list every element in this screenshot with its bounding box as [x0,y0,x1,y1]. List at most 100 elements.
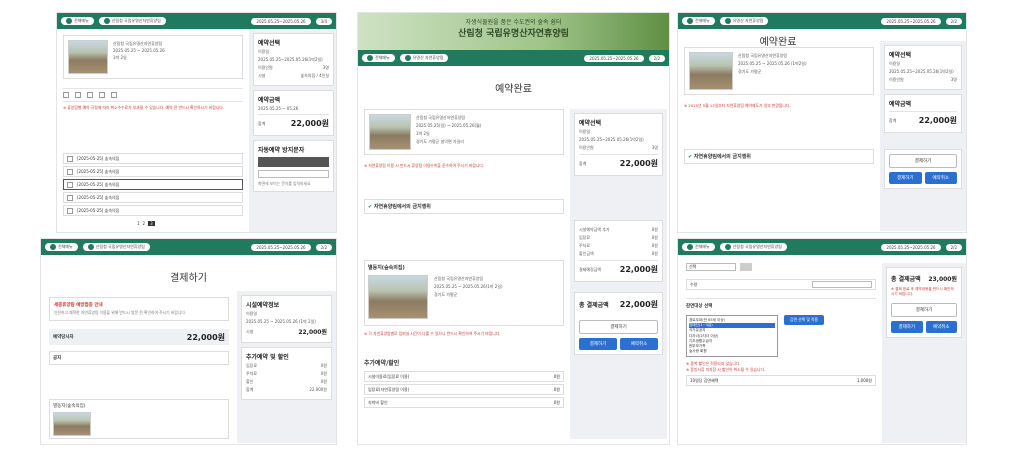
tree-icon [724,18,731,24]
confirm-button[interactable]: 결제하기 [579,338,617,350]
list-item[interactable]: 숙박비 할인 0원 [364,397,564,408]
confirm-button[interactable]: 결제하기 [889,172,922,184]
date-select[interactable]: 2025.05.25~2025.05.26 [251,243,311,251]
row-checkbox [67,207,73,214]
list-item[interactable]: 입장료(자연휴양림 이용) 0원 [364,384,564,395]
row-value: 2025.05.25~2025.05.26(1박2일) [889,69,954,74]
pay-button[interactable]: 결제하기 [889,154,957,168]
date-select[interactable]: 2025.05.25~2025.05.26 [881,243,941,251]
tree-icon [103,18,110,24]
facility-photo [689,52,733,90]
filter-checkbox[interactable] [87,92,93,98]
apply-button[interactable] [740,263,752,271]
row-label: 할인 [246,379,254,384]
top-bar: 전체메뉴 유명산 자연휴양림 2025.05.25~2025.05.26 2/2 [678,13,966,29]
prohibited-accordion[interactable]: ✔ 자연휴양림에서의 금지행위 [364,199,564,214]
forest-select[interactable]: 유명산 자연휴양림 [719,17,769,25]
discount-row: 10명당 감면혜택 1,000원 [686,375,876,387]
discount-form: 선택 수량 감면대상 선택 경로우대(만 65세 이상) 장애인(1~3급) 국… [686,263,876,388]
menu-button[interactable]: 전체메뉴 [61,17,94,25]
row-checkbox [67,194,73,201]
forest-select[interactable]: 산림청 국립유명산자연휴양림 [82,243,150,251]
list-item[interactable]: [2025-05-25] 숲속의집 [63,192,243,203]
notice-body: 안전하고 쾌적한 자연휴양림 이용을 위해 반드시 방문 전 확인하여 주시기 … [54,310,187,315]
confirm-button[interactable]: 결제하기 [891,321,923,333]
list-item[interactable]: [2025-05-25] 숲속의집 [63,179,243,190]
row-label: [2025-05-25] 숲속의집 [77,207,120,213]
side-title: 예약선택 [889,52,912,59]
list-item[interactable]: [2025-05-25] 숲속의집 [63,153,243,164]
info-line: 2025.05.25 ~ 2025.05.26 (1박2일) [738,61,807,66]
row-value: 0원 [553,386,560,392]
total-amount: 23,000원 [928,276,957,283]
pay-button[interactable]: 결제하기 [579,320,658,334]
list-item[interactable]: 시설이용료(입장료 이용) 0원 [364,371,564,382]
forest-select[interactable]: 산림청 국립유명산자연휴양림 [719,243,787,251]
menu-button[interactable]: 전체메뉴 [362,54,395,62]
top-bar: 전체메뉴 산림청 국립유명산자연휴양림 2025.05.25~2025.05.2… [57,13,336,29]
cancel-button[interactable]: 예약취소 [620,338,658,350]
list-item[interactable]: 숲사랑 회원 [689,349,775,354]
facility-card: 산림청 국립유명산자연휴양림 2025.05.25 ~ 2025.05.26 1… [63,35,243,79]
banner-subtitle: 자생식물원을 품은 수도권의 숲속 쉼터 [465,19,562,26]
forest-select[interactable]: 유명산 자연휴양림 [399,54,449,62]
cancel-button[interactable]: 예약취소 [925,321,957,333]
sum-title: 예약금액 [258,97,281,104]
step-indicator: 3/4 [315,17,332,25]
menu-button[interactable]: 전체메뉴 [682,243,715,251]
captcha-input[interactable] [258,170,329,178]
info-line: 1박 2일 [113,55,127,60]
option-filters: ※ 휴양림별 예약 규정에 따라 취소수수료가 부과될 수 있습니다. 예약 전… [63,85,243,111]
side-panel: 시설예약정보 이용일 2025.05.25 ~ 2025.05.26 (1박 2… [237,291,336,443]
page-link[interactable]: 1 [137,221,140,226]
page-title: 결제하기 [170,273,207,284]
date-select[interactable]: 2025.05.25~2025.05.26 [251,17,311,25]
item-title: 별둥지(숲속의집) [53,404,86,409]
filter-checkbox[interactable] [63,92,69,98]
panel-discount: 전체메뉴 산림청 국립유명산자연휴양림 2025.05.25~2025.05.2… [677,238,967,445]
row-value: 3명 [651,145,658,150]
row-label: [2025-05-25] 숲속의집 [77,194,120,200]
item-card: 별둥지(숲속의집) [49,399,229,439]
page-link[interactable]: 3 [148,221,155,226]
filter-checkbox[interactable] [111,92,117,98]
page-link[interactable]: 2 [143,221,146,226]
filter-checkbox[interactable] [99,92,105,98]
menu-button[interactable]: 전체메뉴 [682,17,715,25]
date-select[interactable]: 2025.05.25~2025.05.26 [881,17,941,25]
row-value: 0원 [651,235,658,240]
date-select[interactable]: 2025.05.25~2025.05.26 [584,54,644,62]
pay-button[interactable]: 결제하기 [891,303,957,317]
total-amount: 22,000원 [619,159,658,168]
menu-icon [66,18,72,24]
notice-row[interactable]: 공지 [49,351,229,365]
summary-total: 22,000원 [186,332,225,342]
side-title: 예약선택 [258,40,281,47]
row-label: 이용인원 [579,145,594,150]
side-title: 예약선택 [579,120,602,127]
discount-apply-button[interactable]: 감면 선택 및 적용 [784,315,824,325]
sum-title: 예약금액 [889,101,912,108]
row-value: 0원 [651,251,658,256]
cancel-button[interactable]: 예약취소 [924,172,957,184]
row-label: 이용일 [258,49,270,54]
info-line: 산림청 국립유명산자연휴양림 [434,276,484,281]
row-label: 이용일 [889,61,901,66]
menu-button[interactable]: 전체메뉴 [45,243,78,251]
row-value: 0원 [553,399,560,405]
qty-row: 수량 [686,279,876,290]
panel-payment: 전체메뉴 산림청 국립유명산자연휴양림 2025.05.25~2025.05.2… [40,238,337,445]
warning-text: ※ 각 자연휴양림별로 입퇴실 시간이 다를 수 있으니 반드시 확인하여 주시… [364,331,501,336]
discount-list[interactable]: 경로우대(만 65세 이상) 장애인(1~3급) 국가유공자 다자녀(2자녀 이… [686,315,778,358]
top-bar: 전체메뉴 산림청 국립유명산자연휴양림 2025.05.25~2025.05.2… [41,239,336,255]
top-bar: 전체메뉴 산림청 국립유명산자연휴양림 2025.05.25~2025.05.2… [678,239,966,255]
item-photo [368,275,428,319]
total-label: 합계 [579,160,587,166]
filter-checkbox[interactable] [75,92,81,98]
list-item[interactable]: [2025-05-25] 숲속의집 [63,205,243,216]
prohibited-accordion[interactable]: ✔ 자연휴양림에서의 금지행위 [684,149,874,164]
qty-stepper[interactable] [812,281,872,288]
list-item[interactable]: [2025-05-25] 숲속의집 [63,166,243,177]
type-select[interactable]: 선택 [686,263,736,271]
forest-select[interactable]: 산림청 국립유명산자연휴양림 [98,17,166,25]
